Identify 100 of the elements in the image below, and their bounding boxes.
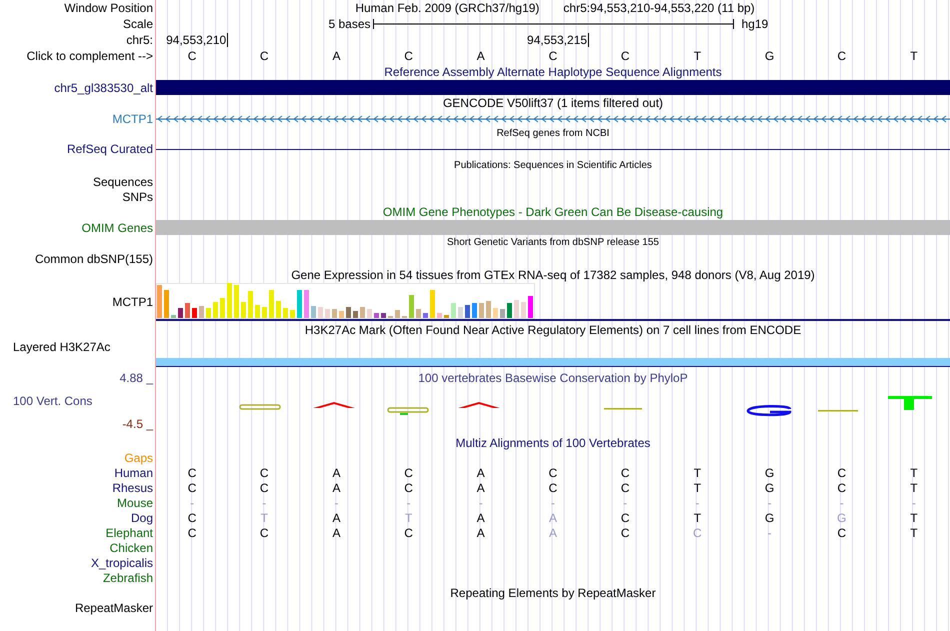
axis-min-label: -4.5 _ (122, 417, 154, 431)
base-letter[interactable]: G (733, 49, 806, 63)
alignment-base: - (622, 496, 628, 510)
alignment-base: A (331, 480, 342, 494)
base-letter[interactable]: C (372, 49, 445, 63)
position-text: chr5:94,553,210-94,553,220 (11 bp) (563, 1, 755, 15)
base-letter[interactable]: A (444, 49, 517, 63)
alignment-base: - (694, 496, 700, 510)
base-letter[interactable]: C (589, 49, 662, 63)
track-label[interactable]: OMIM Genes (82, 220, 153, 234)
base-letter[interactable]: C (156, 49, 228, 63)
alignment-base: - (910, 496, 917, 510)
coordinate-label: 94,553,210 (166, 33, 228, 47)
track-label: Window Position (64, 1, 153, 15)
alignment-base: C (836, 480, 848, 494)
conservation-logo-mark (888, 396, 932, 410)
track-label: Common dbSNP(155) (34, 252, 153, 266)
alignment-base: C (186, 480, 198, 494)
track-title: Short Genetic Variants from dbSNP release 155 (447, 236, 659, 250)
species-label: Chicken (110, 540, 153, 554)
conservation-logo-mark (313, 402, 355, 408)
alignment-base: A (331, 466, 342, 480)
track-label: Scale (122, 17, 153, 31)
track-title: OMIM Gene Phenotypes - Dark Green Can Be Disease-causing (382, 205, 724, 219)
alignment-base: A (331, 510, 342, 524)
track-label[interactable]: chr5_gl383530_alt (54, 80, 153, 94)
conservation-logo-mark (818, 410, 858, 412)
alignment-base: - (261, 496, 268, 510)
species-label: Zebrafish (102, 570, 153, 584)
species-label: Dog (130, 510, 153, 524)
base-letter[interactable]: T (661, 49, 734, 63)
alignment-base: C (836, 466, 848, 480)
track-label: SNPs (122, 190, 153, 204)
alignment-base: T (692, 480, 702, 494)
alignment-base: A (548, 510, 558, 524)
track-label: 100 Vert. Cons (12, 394, 92, 408)
alignment-base: - (766, 526, 773, 540)
track-title: RefSeq genes from NCBI (496, 127, 610, 141)
alignment-base: C (620, 510, 630, 524)
alignment-base: T (909, 480, 919, 494)
alignment-base: - (838, 496, 845, 510)
alignment-base: C (186, 526, 198, 540)
species-label: Mouse (116, 496, 153, 510)
alignment-base: T (404, 510, 414, 524)
alignment-base: C (548, 480, 558, 494)
track-title: Repeating Elements by RepeatMasker (450, 586, 656, 600)
alignment-base: C (186, 510, 198, 524)
alignment-base: C (620, 526, 630, 540)
track-title: H3K27Ac Mark (Often Found Near Active Regulatory Elements) on 7 cell lines from ENCODE (304, 323, 802, 337)
database-label: hg19 (740, 17, 768, 31)
coordinate-label: 94,553,215 (527, 33, 590, 47)
alignment-base: C (620, 466, 630, 480)
alignment-base: - (189, 496, 196, 510)
base-letter[interactable]: A (300, 49, 373, 63)
alignment-base: T (909, 510, 919, 524)
track-title: Gene Expression in 54 tissues from GTEx RNA-seq of 17382 samples, 948 donors (V8, Aug 2019) (291, 268, 815, 282)
axis-max-label: 4.88 _ (120, 371, 154, 385)
base-letter[interactable]: C (228, 49, 300, 63)
track-title: GENCODE V50lift37 (1 items filtered out) (442, 96, 664, 110)
species-label: X_tropicalis (90, 556, 153, 570)
alignment-base: G (764, 510, 776, 524)
alignment-base: G (764, 466, 776, 480)
conservation-logo-mark (604, 408, 642, 410)
track-title: Publications: Sequences in Scientific Articles (454, 159, 652, 173)
gene-line[interactable] (156, 148, 950, 150)
alignment-base: A (331, 526, 342, 540)
track-label: chr5: (126, 33, 153, 47)
base-letter[interactable]: T (878, 49, 950, 63)
species-label: Elephant (106, 526, 153, 540)
expression-bar-drawing[interactable] (156, 283, 535, 319)
species-label: Human (114, 466, 153, 480)
alignment-base: T (692, 510, 702, 524)
alignment-base: - (478, 496, 484, 510)
alignment-base: - (766, 496, 773, 510)
species-label: Rhesus (112, 480, 153, 494)
alignment-base: A (476, 480, 486, 494)
base-letter[interactable]: C (516, 49, 590, 63)
track-label[interactable]: MCTP1 (112, 112, 153, 126)
assembly-name: Human Feb. 2009 (GRCh37/hg19) (355, 1, 540, 15)
complement-link[interactable]: Click to complement --> (26, 49, 153, 63)
base-letter[interactable]: C (806, 49, 878, 63)
conservation-logo-mark (239, 404, 281, 410)
alignment-base: A (476, 510, 486, 524)
alignment-base: C (548, 466, 558, 480)
alignment-base: C (258, 526, 270, 540)
track-label[interactable]: RefSeq Curated (66, 142, 153, 156)
alignment-base: T (909, 466, 919, 480)
alignment-base: C (186, 466, 198, 480)
track-label: Gaps (124, 450, 153, 464)
track-label[interactable]: MCTP1 (112, 295, 153, 309)
alignment-base: G (836, 510, 848, 524)
alignment-base: T (909, 526, 919, 540)
alignment-base: A (476, 526, 486, 540)
signal-bar[interactable] (156, 358, 950, 367)
alignment-base: A (476, 466, 486, 480)
alignment-base: - (333, 496, 340, 510)
alignment-base: - (406, 496, 412, 510)
alignment-base: T (692, 466, 702, 480)
track-label: Layered H3K27Ac (13, 340, 110, 354)
track-label: RepeatMasker (74, 601, 153, 615)
